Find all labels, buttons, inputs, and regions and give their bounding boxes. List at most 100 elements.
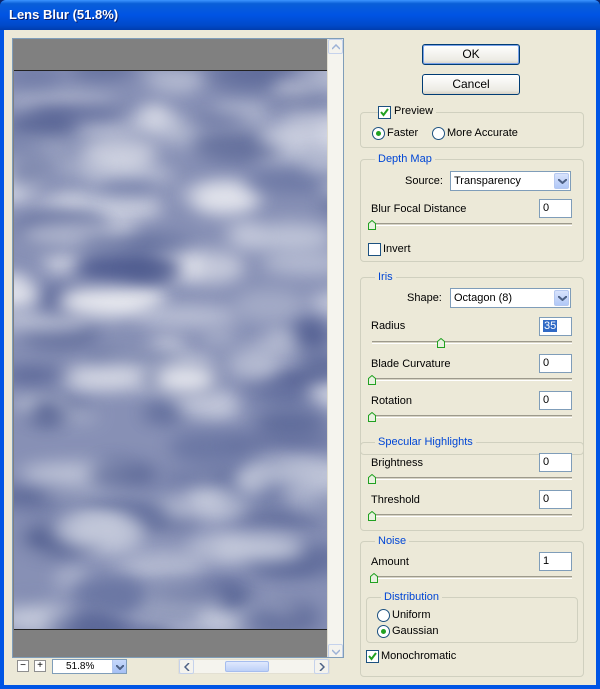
preview-texture-blob xyxy=(47,161,106,173)
zoom-in-button[interactable]: + xyxy=(34,660,46,672)
preview-texture-blob xyxy=(253,409,327,438)
rotation-slider-thumb[interactable] xyxy=(368,412,376,422)
chevron-down-icon xyxy=(558,179,567,184)
preview-texture-blob xyxy=(226,348,281,381)
blur-focal-distance-input[interactable]: 0 xyxy=(539,199,572,218)
brightness-slider-track[interactable] xyxy=(372,477,572,480)
preview-pane xyxy=(12,38,344,658)
rotation-slider-track[interactable] xyxy=(372,415,572,418)
blade-curvature-slider-track[interactable] xyxy=(372,378,572,381)
preview-texture-blob xyxy=(234,465,266,497)
specular-highlights-group-label: Specular Highlights xyxy=(375,436,476,448)
preview-texture-blob xyxy=(318,195,327,212)
horizontal-scroll-thumb[interactable] xyxy=(225,661,269,672)
chevron-down-icon xyxy=(116,665,124,670)
ok-button[interactable]: OK xyxy=(422,44,520,65)
preview-texture-blob xyxy=(208,71,280,95)
preview-texture-blob xyxy=(233,288,306,324)
preview-texture-blob xyxy=(34,196,87,211)
shape-dropdown[interactable]: Octagon (8) xyxy=(450,288,571,308)
preview-image[interactable] xyxy=(14,70,327,630)
chevron-down-icon xyxy=(558,296,567,301)
more-accurate-label: More Accurate xyxy=(447,127,518,139)
threshold-slider-track[interactable] xyxy=(372,514,572,517)
preview-texture-blob xyxy=(42,488,82,500)
gaussian-label: Gaussian xyxy=(392,625,439,637)
preview-texture-blob xyxy=(124,116,184,129)
preview-texture-blob xyxy=(14,156,51,187)
title-bar[interactable]: Lens Blur (51.8%) xyxy=(0,0,600,30)
brightness-input[interactable]: 0 xyxy=(539,453,572,472)
zoom-level-select[interactable]: 51.8% xyxy=(52,659,127,674)
gaussian-radio[interactable] xyxy=(377,625,390,638)
preview-label: Preview xyxy=(391,105,437,117)
brightness-slider-thumb[interactable] xyxy=(368,474,376,484)
checkmark-icon xyxy=(368,652,377,661)
monochromatic-checkbox[interactable] xyxy=(366,650,379,663)
scroll-up-button[interactable] xyxy=(328,39,343,54)
preview-texture-blob xyxy=(200,331,237,345)
preview-texture-blob xyxy=(308,290,327,317)
invert-label: Invert xyxy=(383,243,411,255)
vertical-scrollbar[interactable] xyxy=(327,39,343,657)
chevron-up-icon xyxy=(332,44,340,50)
zoom-out-button[interactable]: − xyxy=(17,660,29,672)
zoom-level-value: 51.8% xyxy=(66,661,95,672)
shape-dropdown-arrow[interactable] xyxy=(554,290,569,306)
rotation-input[interactable]: 0 xyxy=(539,391,572,410)
window-title: Lens Blur (51.8%) xyxy=(9,7,119,22)
invert-checkbox[interactable] xyxy=(368,243,381,256)
amount-slider-track[interactable] xyxy=(372,576,572,579)
more-accurate-radio[interactable] xyxy=(432,127,445,140)
horizontal-scrollbar[interactable] xyxy=(178,659,330,674)
preview-texture-blob xyxy=(146,71,200,95)
amount-slider-thumb[interactable] xyxy=(370,573,378,583)
source-dropdown-arrow[interactable] xyxy=(554,173,569,189)
preview-checkbox[interactable] xyxy=(378,106,391,119)
blur-focal-distance-slider-track[interactable] xyxy=(372,223,572,226)
distribution-group-label: Distribution xyxy=(381,591,443,603)
uniform-radio[interactable] xyxy=(377,609,390,622)
amount-input[interactable]: 1 xyxy=(539,552,572,571)
blur-focal-distance-label: Blur Focal Distance xyxy=(371,203,467,215)
preview-texture-blob xyxy=(96,180,159,196)
preview-texture-blob xyxy=(71,121,131,134)
blade-curvature-slider-thumb[interactable] xyxy=(368,375,376,385)
chevron-left-icon xyxy=(184,663,190,671)
preview-texture-blob xyxy=(232,512,326,526)
blade-curvature-input[interactable]: 0 xyxy=(539,354,572,373)
shape-value: Octagon (8) xyxy=(454,292,513,304)
chevron-right-icon xyxy=(319,663,325,671)
radius-input[interactable]: 35 xyxy=(539,317,572,336)
threshold-input[interactable]: 0 xyxy=(539,490,572,509)
brightness-label: Brightness xyxy=(371,457,423,469)
scroll-left-button[interactable] xyxy=(179,659,194,674)
rotation-label: Rotation xyxy=(371,395,412,407)
zoom-bar: − + 51.8% xyxy=(12,658,344,676)
lens-blur-dialog: Lens Blur (51.8%) − + 51.8% OK Cancel Pr… xyxy=(0,0,600,689)
radius-slider-track[interactable] xyxy=(372,341,572,344)
checkmark-icon xyxy=(380,108,389,117)
preview-texture-blob xyxy=(30,399,64,426)
zoom-dropdown-arrow[interactable] xyxy=(112,660,126,673)
cancel-button[interactable]: Cancel xyxy=(422,74,520,95)
preview-texture-blob xyxy=(270,90,326,106)
radio-selected-dot xyxy=(381,629,386,634)
preview-texture-blob xyxy=(57,285,147,318)
preview-texture-blob xyxy=(133,305,239,328)
threshold-slider-thumb[interactable] xyxy=(368,511,376,521)
radius-value: 35 xyxy=(543,320,558,332)
dialog-client: − + 51.8% OK Cancel Preview Faster More … xyxy=(4,30,596,685)
amount-label: Amount xyxy=(371,556,409,568)
preview-canvas[interactable] xyxy=(13,39,328,657)
faster-radio[interactable] xyxy=(372,127,385,140)
preview-texture-blob xyxy=(154,362,218,395)
source-dropdown[interactable]: Transparency xyxy=(450,171,571,191)
radius-slider-thumb[interactable] xyxy=(437,338,445,348)
scroll-down-button[interactable] xyxy=(328,644,343,657)
preview-texture-blob xyxy=(68,514,148,548)
blur-focal-distance-slider-thumb[interactable] xyxy=(368,220,376,230)
preview-texture-blob xyxy=(264,379,306,401)
monochromatic-label: Monochromatic xyxy=(381,650,457,662)
scroll-right-button[interactable] xyxy=(314,659,329,674)
